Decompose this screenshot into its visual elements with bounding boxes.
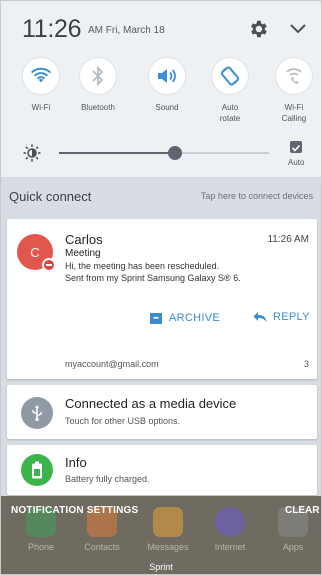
messages-app-icon[interactable] — [153, 507, 183, 537]
archive-label: ARCHIVE — [169, 312, 220, 324]
clock-time: 11:26 — [22, 15, 82, 43]
brightness-slider-thumb[interactable] — [167, 146, 182, 160]
notification-subject: Meeting — [65, 248, 101, 259]
notification-sender: Carlos — [65, 232, 103, 247]
reply-label: REPLY — [273, 311, 310, 323]
notification-body: Hi, the meeting has been rescheduled. Se… — [65, 260, 305, 284]
quick-setting-label: Bluetooth — [81, 103, 115, 112]
brightness-slider[interactable] — [59, 146, 269, 160]
usb-notification-title: Connected as a media device — [65, 396, 237, 411]
quick-setting-wifi[interactable]: Wi-Fi — [14, 57, 68, 113]
settings-gear-icon[interactable] — [247, 18, 269, 40]
status-header: 11:26 AM Fri, March 18 Wi-Fi Bluetooth S… — [1, 1, 321, 177]
reply-button[interactable]: REPLY — [253, 311, 310, 323]
reply-icon — [253, 312, 267, 322]
usb-icon — [32, 405, 42, 422]
dock-label: Messages — [147, 542, 189, 552]
quick-setting-bluetooth[interactable]: Bluetooth — [71, 57, 125, 113]
battery-notification-subtitle: Battery fully charged. — [65, 474, 150, 484]
dock-label: Internet — [214, 542, 246, 552]
carrier-label: Sprint — [149, 562, 173, 572]
quick-setting-sound[interactable]: Sound — [140, 57, 194, 113]
quick-setting-label: Wi-Fi Calling — [281, 103, 307, 123]
dock-label: Phone — [27, 542, 55, 552]
usb-icon-circle — [21, 397, 53, 429]
notification-body-line: Sent from my Sprint Samsung Galaxy S® 6. — [65, 273, 241, 283]
email-notification[interactable]: C Carlos 11:26 AM Meeting Hi, the meetin… — [7, 219, 317, 379]
notification-settings-button[interactable]: NOTIFICATION SETTINGS — [11, 505, 138, 516]
notification-count: 3 — [303, 359, 309, 369]
quick-connect-hint: Tap here to connect devices — [200, 191, 313, 201]
checkmark-icon — [291, 144, 301, 152]
clear-button[interactable]: CLEAR — [285, 505, 319, 516]
quick-connect-bar[interactable]: Quick connect Tap here to connect device… — [1, 178, 321, 214]
brightness-slider-fill — [59, 152, 175, 154]
notification-panel: 11:26 AM Fri, March 18 Wi-Fi Bluetooth S… — [0, 0, 322, 575]
notification-body-line: Hi, the meeting has been rescheduled. — [65, 261, 220, 271]
auto-brightness-label: Auto — [288, 158, 305, 167]
usb-notification-subtitle: Touch for other USB options. — [65, 416, 181, 426]
auto-rotate-icon — [220, 66, 240, 86]
email-badge-icon — [42, 258, 56, 272]
wifi-calling-icon — [286, 68, 302, 84]
quick-setting-label: Auto rotate — [219, 103, 241, 123]
quick-connect-title: Quick connect — [9, 189, 92, 204]
quick-setting-label: Wi-Fi — [31, 103, 51, 112]
wifi-icon — [30, 67, 52, 83]
battery-notification[interactable]: Info Battery fully charged. — [7, 445, 317, 495]
date-label: AM Fri, March 18 — [88, 25, 165, 36]
sound-icon — [158, 69, 176, 83]
auto-brightness-checkbox[interactable] — [290, 141, 302, 153]
internet-app-icon[interactable] — [215, 507, 245, 537]
notification-account: myaccount@gmail.com — [65, 359, 159, 369]
quick-setting-label: Sound — [155, 103, 179, 112]
bluetooth-icon — [92, 66, 104, 86]
archive-icon — [150, 313, 162, 324]
battery-notification-title: Info — [65, 455, 87, 470]
dock-label: Contacts — [84, 542, 120, 552]
collapse-chevron-icon[interactable] — [289, 23, 307, 35]
battery-icon — [32, 461, 42, 479]
quick-setting-wifi-calling[interactable]: Wi-Fi Calling — [267, 57, 321, 124]
quick-setting-auto-rotate[interactable]: Auto rotate — [203, 57, 257, 124]
battery-icon-circle — [21, 454, 53, 486]
dock-label: Apps — [282, 542, 304, 552]
archive-button[interactable]: ARCHIVE — [149, 311, 220, 325]
brightness-icon — [23, 144, 41, 162]
usb-notification[interactable]: Connected as a media device Touch for ot… — [7, 385, 317, 439]
notification-time: 11:26 AM — [267, 234, 309, 245]
